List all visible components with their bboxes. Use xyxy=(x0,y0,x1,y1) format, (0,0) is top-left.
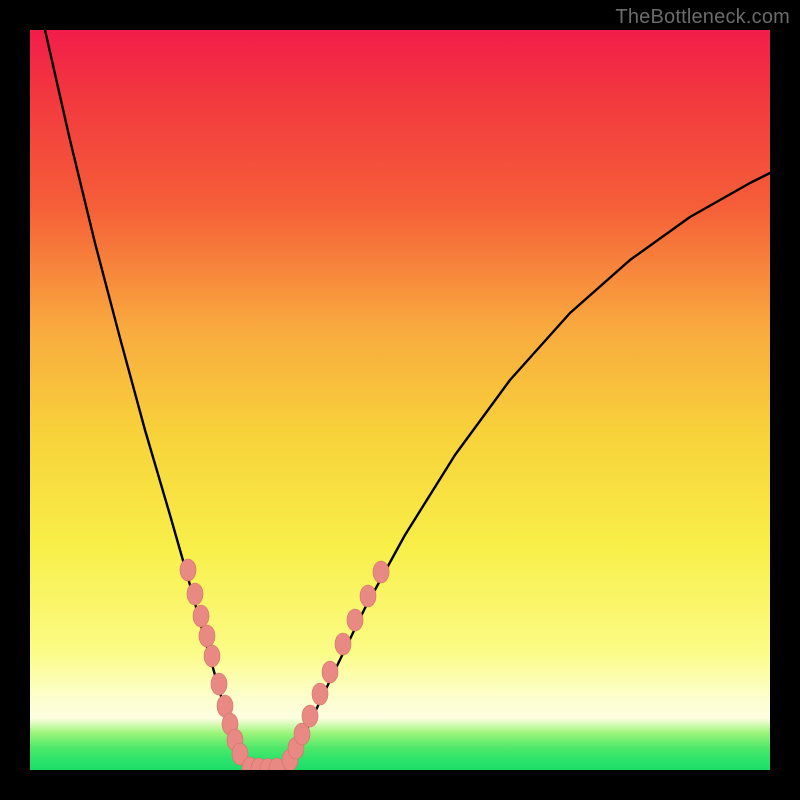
data-bead xyxy=(347,609,363,631)
data-bead xyxy=(335,633,351,655)
bead-group xyxy=(180,559,389,770)
watermark-text: TheBottleneck.com xyxy=(615,6,790,29)
data-bead xyxy=(187,583,203,605)
data-bead xyxy=(302,705,318,727)
plot-area xyxy=(30,30,770,770)
chart-frame: TheBottleneck.com xyxy=(0,0,800,800)
data-bead xyxy=(204,645,220,667)
data-bead xyxy=(211,673,227,695)
data-bead xyxy=(373,561,389,583)
data-bead xyxy=(360,585,376,607)
data-bead xyxy=(312,683,328,705)
data-bead xyxy=(199,625,215,647)
bottleneck-curve xyxy=(45,30,770,770)
data-bead xyxy=(193,605,209,627)
data-bead xyxy=(322,661,338,683)
curve-svg xyxy=(30,30,770,770)
data-bead xyxy=(180,559,196,581)
